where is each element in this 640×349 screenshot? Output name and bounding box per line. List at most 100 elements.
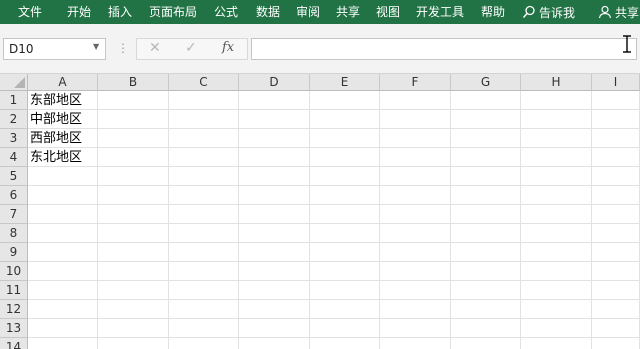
cell-h14[interactable]: [521, 338, 592, 349]
name-box[interactable]: D10: [3, 38, 106, 60]
row-header-4[interactable]: 4: [0, 148, 28, 167]
cell-c2[interactable]: [169, 110, 239, 129]
cell-e11[interactable]: [310, 281, 380, 300]
cell-b5[interactable]: [98, 167, 169, 186]
row-header-7[interactable]: 7: [0, 205, 28, 224]
cell-g1[interactable]: [451, 91, 521, 110]
row-header-6[interactable]: 6: [0, 186, 28, 205]
share-button[interactable]: 共享: [598, 0, 639, 24]
cell-g7[interactable]: [451, 205, 521, 224]
cell-d8[interactable]: [239, 224, 310, 243]
cell-b13[interactable]: [98, 319, 169, 338]
cell-h9[interactable]: [521, 243, 592, 262]
cell-b3[interactable]: [98, 129, 169, 148]
cell-h5[interactable]: [521, 167, 592, 186]
cell-g4[interactable]: [451, 148, 521, 167]
cell-d10[interactable]: [239, 262, 310, 281]
cell-h1[interactable]: [521, 91, 592, 110]
cell-i9[interactable]: [592, 243, 640, 262]
cell-c7[interactable]: [169, 205, 239, 224]
row-header-1[interactable]: 1: [0, 91, 28, 110]
select-all-button[interactable]: [0, 74, 28, 91]
cell-e13[interactable]: [310, 319, 380, 338]
cell-e6[interactable]: [310, 186, 380, 205]
cell-f1[interactable]: [380, 91, 451, 110]
row-header-12[interactable]: 12: [0, 300, 28, 319]
cell-a11[interactable]: [28, 281, 98, 300]
drag-handle-icon[interactable]: ⋮: [117, 41, 129, 55]
cell-g12[interactable]: [451, 300, 521, 319]
insert-function-icon[interactable]: fx: [222, 40, 234, 55]
tab-data[interactable]: 数据: [256, 0, 280, 24]
tab-view[interactable]: 视图: [376, 0, 400, 24]
cell-g5[interactable]: [451, 167, 521, 186]
tab-share[interactable]: 共享: [336, 0, 360, 24]
cell-f11[interactable]: [380, 281, 451, 300]
cell-g13[interactable]: [451, 319, 521, 338]
cell-f7[interactable]: [380, 205, 451, 224]
cell-a2[interactable]: 中部地区: [28, 110, 98, 129]
cell-b11[interactable]: [98, 281, 169, 300]
cell-e4[interactable]: [310, 148, 380, 167]
cell-d2[interactable]: [239, 110, 310, 129]
cell-c8[interactable]: [169, 224, 239, 243]
column-header-c[interactable]: C: [169, 74, 239, 91]
cell-b9[interactable]: [98, 243, 169, 262]
cell-f2[interactable]: [380, 110, 451, 129]
cell-g14[interactable]: [451, 338, 521, 349]
cell-f13[interactable]: [380, 319, 451, 338]
cell-f12[interactable]: [380, 300, 451, 319]
column-header-i[interactable]: I: [592, 74, 640, 91]
tell-me-search[interactable]: 告诉我: [522, 0, 575, 24]
cell-f9[interactable]: [380, 243, 451, 262]
row-header-8[interactable]: 8: [0, 224, 28, 243]
cell-b1[interactable]: [98, 91, 169, 110]
cell-e14[interactable]: [310, 338, 380, 349]
cell-f14[interactable]: [380, 338, 451, 349]
cell-h7[interactable]: [521, 205, 592, 224]
column-header-h[interactable]: H: [521, 74, 592, 91]
cell-d4[interactable]: [239, 148, 310, 167]
cell-c5[interactable]: [169, 167, 239, 186]
cell-h13[interactable]: [521, 319, 592, 338]
cell-e3[interactable]: [310, 129, 380, 148]
cell-d11[interactable]: [239, 281, 310, 300]
enter-icon[interactable]: ✓: [185, 40, 197, 56]
cell-i5[interactable]: [592, 167, 640, 186]
cancel-icon[interactable]: ✕: [149, 40, 161, 56]
tab-developer[interactable]: 开发工具: [416, 0, 464, 24]
cell-f6[interactable]: [380, 186, 451, 205]
cell-c10[interactable]: [169, 262, 239, 281]
row-header-13[interactable]: 13: [0, 319, 28, 338]
cell-a7[interactable]: [28, 205, 98, 224]
cell-d7[interactable]: [239, 205, 310, 224]
cell-h6[interactable]: [521, 186, 592, 205]
cell-g8[interactable]: [451, 224, 521, 243]
cell-g2[interactable]: [451, 110, 521, 129]
cell-b6[interactable]: [98, 186, 169, 205]
cell-a14[interactable]: [28, 338, 98, 349]
cell-b4[interactable]: [98, 148, 169, 167]
cell-c12[interactable]: [169, 300, 239, 319]
tab-help[interactable]: 帮助: [481, 0, 505, 24]
cell-d3[interactable]: [239, 129, 310, 148]
cell-i10[interactable]: [592, 262, 640, 281]
cell-b7[interactable]: [98, 205, 169, 224]
cell-i8[interactable]: [592, 224, 640, 243]
cell-a12[interactable]: [28, 300, 98, 319]
cell-i12[interactable]: [592, 300, 640, 319]
cell-e1[interactable]: [310, 91, 380, 110]
cell-i2[interactable]: [592, 110, 640, 129]
cell-b8[interactable]: [98, 224, 169, 243]
cell-h8[interactable]: [521, 224, 592, 243]
cell-a10[interactable]: [28, 262, 98, 281]
cell-a13[interactable]: [28, 319, 98, 338]
cell-i7[interactable]: [592, 205, 640, 224]
column-header-b[interactable]: B: [98, 74, 169, 91]
column-header-f[interactable]: F: [380, 74, 451, 91]
cell-e2[interactable]: [310, 110, 380, 129]
row-header-11[interactable]: 11: [0, 281, 28, 300]
tab-page-layout[interactable]: 页面布局: [149, 0, 197, 24]
row-header-5[interactable]: 5: [0, 167, 28, 186]
column-header-d[interactable]: D: [239, 74, 310, 91]
